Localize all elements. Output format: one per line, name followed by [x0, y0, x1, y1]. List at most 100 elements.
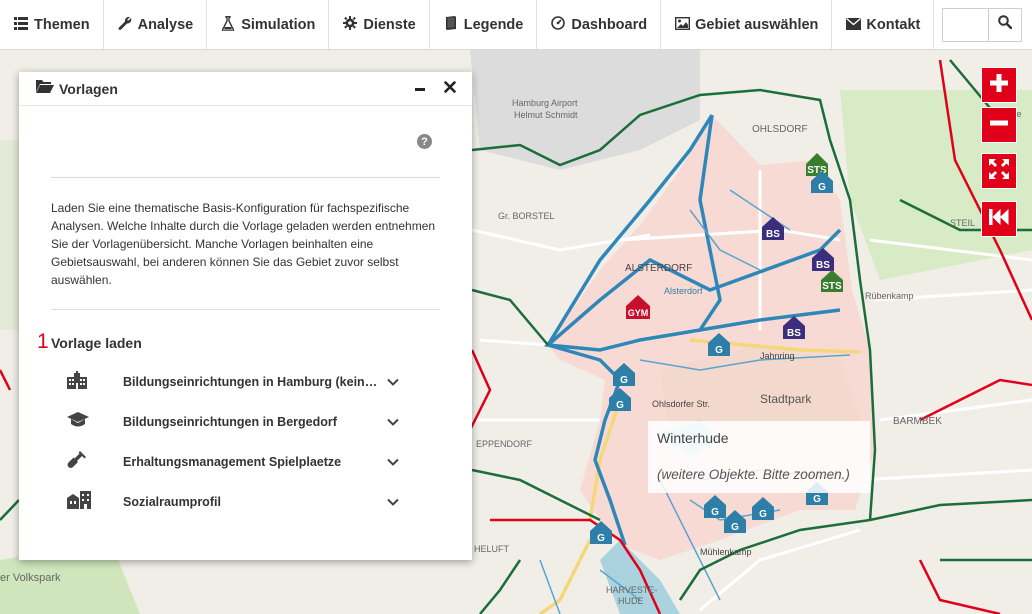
- step-number: 1: [37, 330, 49, 353]
- nav-legende-label: Legende: [463, 16, 524, 33]
- vorlagen-panel: Vorlagen ? Laden Sie eine thematische Ba…: [19, 72, 472, 560]
- map-label: EPPENDORF: [476, 439, 533, 449]
- gear-icon: [342, 16, 358, 33]
- tooltip-note: (weitere Objekte. Bitte zoomen.): [657, 467, 850, 482]
- template-label: Bildungseinrichtungen in Bergedorf: [123, 415, 337, 429]
- chevron-down-icon: [379, 458, 419, 466]
- reset-view-button[interactable]: [981, 201, 1017, 237]
- map-label: Stadtpark: [760, 392, 812, 406]
- shovel-icon: [51, 450, 123, 475]
- svg-text:G: G: [818, 182, 826, 193]
- map-label: HUDE: [618, 596, 644, 606]
- template-label: Bildungseinrichtungen in Hamburg (keine …: [123, 375, 379, 389]
- envelope-icon: [845, 17, 861, 33]
- list-icon: [13, 16, 29, 33]
- city-icon: [51, 490, 123, 514]
- svg-text:BS: BS: [816, 260, 830, 271]
- flask-icon: [220, 14, 236, 34]
- tooltip-title: Winterhude: [657, 430, 729, 446]
- plus-icon: [989, 73, 1009, 98]
- district-tooltip: Winterhude (weitere Objekte. Bitte zoome…: [648, 421, 870, 493]
- nav-gebiet-label: Gebiet auswählen: [695, 16, 819, 33]
- svg-text:G: G: [597, 533, 605, 544]
- nav-dashboard[interactable]: Dashboard: [537, 0, 662, 49]
- nav-kontakt-label: Kontakt: [866, 16, 921, 33]
- nav-analyse[interactable]: Analyse: [104, 0, 208, 49]
- graduation-cap-icon: [51, 411, 123, 433]
- map-label: HELUFT: [474, 544, 510, 554]
- svg-text:GYM: GYM: [628, 308, 649, 318]
- minus-icon: [989, 113, 1009, 138]
- minus-icon: [414, 80, 426, 98]
- svg-text:G: G: [731, 522, 739, 533]
- map-label: Mühlenkamp: [700, 547, 752, 557]
- nav-legende[interactable]: Legende: [430, 0, 538, 49]
- map-label: Gr. BORSTEL: [498, 211, 555, 221]
- nav-simulation-label: Simulation: [241, 16, 316, 33]
- template-item-spielplaetze[interactable]: Erhaltungsmanagement Spielplaetze: [51, 442, 440, 482]
- search-box: [942, 0, 1023, 49]
- svg-text:BS: BS: [766, 229, 780, 240]
- search-button[interactable]: [988, 7, 1023, 42]
- search-input[interactable]: [942, 7, 989, 42]
- zoom-in-button[interactable]: [981, 67, 1017, 103]
- nav-themen[interactable]: Themen: [0, 0, 104, 49]
- panel-title: Vorlagen: [59, 80, 118, 97]
- close-button[interactable]: [440, 79, 460, 99]
- nav-simulation[interactable]: Simulation: [207, 0, 330, 49]
- chevron-down-icon: [379, 418, 419, 426]
- panel-help-row: ?: [51, 106, 440, 178]
- map-label: Jahnring: [760, 351, 795, 361]
- chevron-down-icon: [379, 378, 419, 386]
- svg-text:STS: STS: [822, 281, 842, 292]
- nav-gebiet-auswaehlen[interactable]: Gebiet auswählen: [661, 0, 833, 49]
- svg-text:G: G: [715, 345, 723, 356]
- nav-analyse-label: Analyse: [137, 16, 194, 33]
- nav-themen-label: Themen: [34, 16, 90, 33]
- step-header: 1 Vorlage laden: [37, 330, 440, 354]
- image-icon: [674, 16, 690, 33]
- map-label: Rübenkamp: [865, 291, 914, 301]
- map-label: BARMBEK: [893, 416, 942, 427]
- map-label: Ohlsdorfer Str.: [652, 399, 710, 409]
- svg-text:BS: BS: [787, 328, 801, 339]
- folder-open-icon: [36, 79, 54, 98]
- step-title: Vorlage laden: [51, 335, 142, 351]
- map-label: Helmut Schmidt: [514, 110, 578, 120]
- close-icon: [444, 80, 456, 98]
- wrench-icon: [117, 16, 133, 33]
- map-label: ALSTERDORF: [625, 263, 692, 274]
- template-label: Sozialraumprofil: [123, 495, 221, 509]
- map-label: er Volkspark: [0, 572, 61, 584]
- template-list: Bildungseinrichtungen in Hamburg (keine …: [51, 362, 440, 522]
- zoom-out-button[interactable]: [981, 107, 1017, 143]
- fast-backward-icon: [988, 207, 1010, 232]
- chevron-down-icon: [379, 498, 419, 506]
- panel-help-button[interactable]: ?: [417, 134, 432, 149]
- map-label: OHLSDORF: [752, 124, 808, 135]
- top-navigation: Themen Analyse Simulation Dienste Legend…: [0, 0, 1032, 50]
- svg-text:G: G: [813, 494, 821, 505]
- nav-dashboard-label: Dashboard: [571, 16, 648, 33]
- nav-kontakt[interactable]: Kontakt: [832, 0, 935, 49]
- panel-header: Vorlagen: [19, 72, 472, 106]
- book-icon: [443, 16, 459, 33]
- svg-text:G: G: [620, 375, 628, 386]
- expand-icon: [988, 158, 1010, 185]
- template-item-bildung-bergedorf[interactable]: Bildungseinrichtungen in Bergedorf: [51, 402, 440, 442]
- panel-description: Laden Sie eine thematische Basis-Konfigu…: [51, 178, 440, 310]
- map-label: STEIL: [950, 218, 975, 228]
- minimize-button[interactable]: [410, 79, 430, 99]
- svg-text:G: G: [616, 400, 624, 411]
- school-building-icon: [51, 370, 123, 394]
- template-item-sozialraumprofil[interactable]: Sozialraumprofil: [51, 482, 440, 522]
- template-label: Erhaltungsmanagement Spielplaetze: [123, 455, 342, 469]
- nav-dienste[interactable]: Dienste: [329, 0, 430, 49]
- map-label: Alsterdorf: [664, 286, 703, 296]
- svg-text:G: G: [759, 509, 767, 520]
- search-icon: [998, 15, 1013, 34]
- map-label: HARVESTE-: [606, 585, 657, 595]
- fullscreen-button[interactable]: [981, 153, 1017, 189]
- template-item-bildung-hamburg[interactable]: Bildungseinrichtungen in Hamburg (keine …: [51, 362, 440, 402]
- panel-body: ? Laden Sie eine thematische Basis-Konfi…: [19, 106, 472, 522]
